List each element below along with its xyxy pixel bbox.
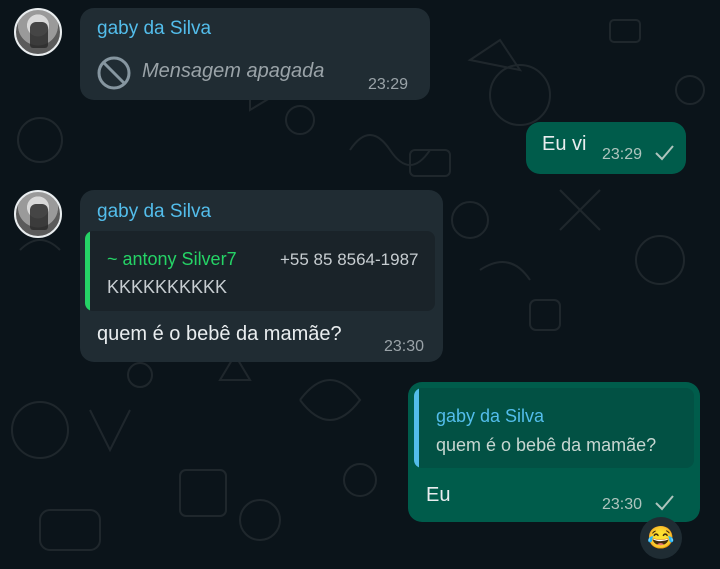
quoted-author-phone: +55 85 8564-1987 — [280, 250, 419, 269]
quoted-author-name: gaby da Silva — [436, 406, 545, 426]
quoted-message[interactable]: gaby da Silva quem é o bebê da mamãe? — [414, 388, 694, 468]
message-time: 23:30 — [384, 338, 425, 355]
message-time: 23:29 — [368, 76, 409, 93]
quote-accent-bar — [414, 388, 419, 468]
message-text: Eu — [426, 484, 451, 506]
quote-accent-bar — [85, 231, 90, 311]
prohibited-icon — [97, 56, 131, 90]
incoming-message-reply[interactable]: gaby da Silva ~ antony Silver7 +55 85 85… — [80, 190, 443, 362]
incoming-message-deleted[interactable]: gaby da Silva Mensagem apagada 23:29 — [80, 8, 430, 100]
message-text: Eu vi — [542, 133, 587, 155]
quoted-author-name: ~ antony Silver7 — [107, 249, 237, 269]
outgoing-message-reply[interactable]: gaby da Silva quem é o bebê da mamãe? Eu… — [408, 382, 700, 522]
quoted-text: quem é o bebê da mamãe? — [436, 435, 657, 455]
single-check-icon — [655, 495, 674, 511]
message-time: 23:29 — [602, 146, 643, 163]
single-check-icon — [655, 145, 674, 161]
sender-name[interactable]: gaby da Silva — [97, 201, 211, 223]
sender-name[interactable]: gaby da Silva — [97, 18, 211, 40]
deleted-message-text: Mensagem apagada — [142, 60, 325, 82]
laughing-emoji-icon: 😂 — [647, 525, 675, 550]
message-reaction[interactable]: 😂 — [640, 517, 682, 559]
quoted-text: KKKKKKKKKK — [107, 277, 228, 297]
quoted-message[interactable]: ~ antony Silver7 +55 85 8564-1987 KKKKKK… — [85, 231, 435, 311]
sender-avatar[interactable] — [14, 8, 62, 56]
message-time: 23:30 — [602, 496, 643, 513]
outgoing-message[interactable]: Eu vi 23:29 — [526, 122, 686, 174]
sender-avatar[interactable] — [14, 190, 62, 238]
message-text: quem é o bebê da mamãe? — [97, 323, 342, 345]
